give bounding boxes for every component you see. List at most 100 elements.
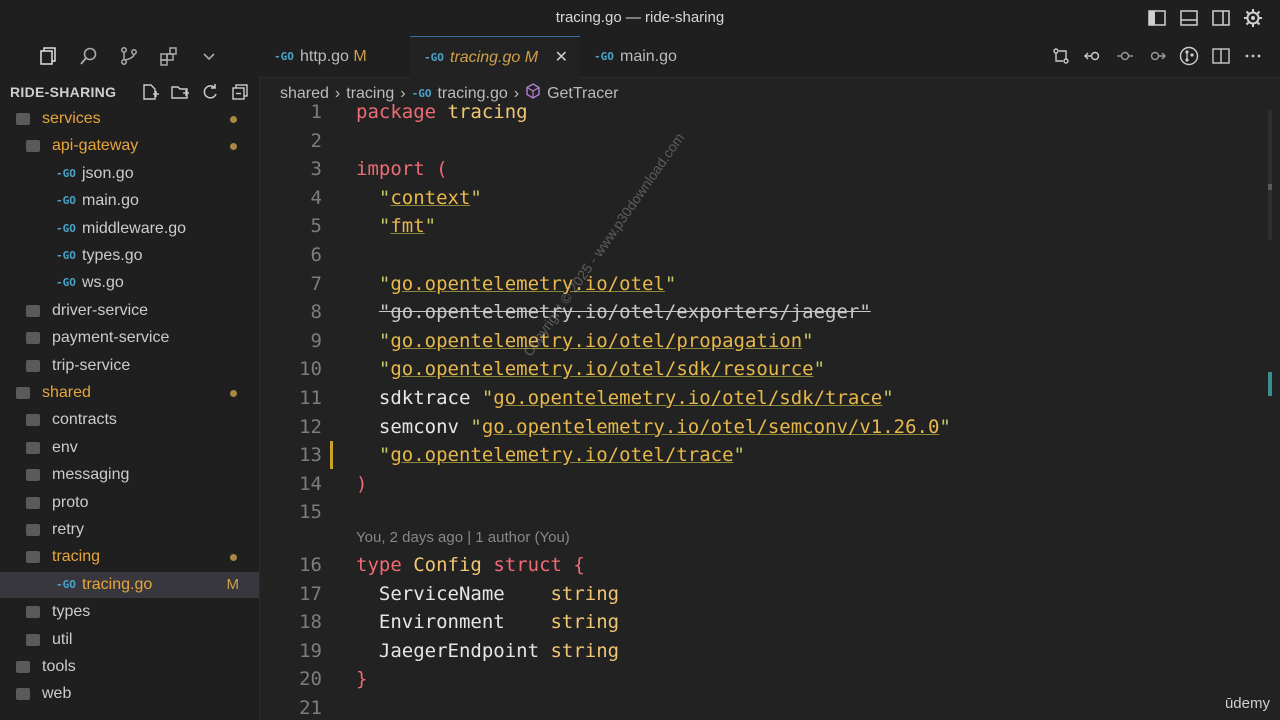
tree-item[interactable]: env: [0, 435, 259, 461]
tab-main-go[interactable]: -GO main.go: [580, 36, 710, 77]
next-change-icon[interactable]: [1146, 45, 1168, 67]
code-editor[interactable]: 1 package tracing 2 3 import (4 "context" 5 "…: [260, 100, 1280, 720]
tree-item[interactable]: proto: [0, 490, 259, 516]
tree-item-label: shared: [42, 384, 91, 401]
folder-icon: [16, 688, 30, 701]
settings-gear-icon[interactable]: [1242, 7, 1264, 29]
tree-item[interactable]: shared: [0, 380, 259, 406]
extensions-icon[interactable]: [158, 45, 180, 67]
code-text: "fmt": [356, 212, 436, 240]
tree-item[interactable]: retry: [0, 517, 259, 543]
toggle-panel-icon[interactable]: [1178, 7, 1200, 29]
code-line: 4 "context": [260, 184, 1260, 212]
chevron-down-icon[interactable]: [198, 45, 220, 67]
refresh-icon[interactable]: [199, 81, 221, 103]
tree-item[interactable]: -GO ws.go: [0, 270, 259, 296]
tree-item-label: driver-service: [52, 301, 149, 319]
line-number: 3: [310, 158, 322, 181]
go-file-icon: -GO: [56, 166, 76, 180]
tree-item[interactable]: -GO types.go: [0, 243, 259, 269]
search-icon[interactable]: [78, 45, 100, 67]
code-token: package: [356, 101, 437, 123]
tree-item[interactable]: services: [0, 106, 259, 132]
git-graph-icon[interactable]: [1178, 45, 1200, 67]
more-actions-icon[interactable]: [1242, 45, 1264, 67]
git-blame-codelens[interactable]: You, 2 days ago | 1 author (You): [356, 529, 570, 546]
line-number: 16: [299, 554, 322, 576]
previous-change-icon[interactable]: [1082, 45, 1104, 67]
tree-item[interactable]: -GO tracing.go M: [0, 571, 259, 598]
tab-http-go[interactable]: -GO http.go M: [260, 36, 410, 77]
code-text: }: [356, 665, 367, 693]
code-line: 6: [260, 241, 1260, 269]
line-number: 7: [310, 272, 322, 295]
code-token: go.opentelemetry.io/otel: [390, 272, 665, 295]
code-text: import (: [356, 155, 448, 183]
code-text: package tracing: [356, 100, 528, 126]
code-token: fmt: [390, 215, 425, 238]
code-token: ": [802, 329, 814, 352]
tree-item[interactable]: contracts: [0, 407, 259, 433]
new-folder-icon[interactable]: [169, 81, 191, 103]
code-line: 7 "go.opentelemetry.io/otel": [260, 270, 1260, 298]
code-token: ": [882, 387, 894, 409]
line-number: 20: [299, 668, 322, 691]
tree-item-label: tracing.go: [82, 575, 153, 593]
compare-changes-icon[interactable]: [1050, 45, 1072, 67]
tree-item-label: env: [52, 438, 78, 456]
code-token: ": [470, 186, 482, 209]
commit-icon[interactable]: [1114, 45, 1136, 67]
toggle-primary-sidebar-icon[interactable]: [1146, 7, 1168, 29]
split-editor-icon[interactable]: [1210, 45, 1232, 67]
new-file-icon[interactable]: [139, 81, 161, 103]
code-text: ): [356, 470, 367, 498]
code-token: JaegerEndpoint: [356, 639, 551, 662]
line-number: 4: [310, 186, 322, 209]
tree-item[interactable]: web: [0, 681, 259, 707]
tree-item[interactable]: api-gateway: [0, 133, 259, 159]
tree-item[interactable]: trip-service: [0, 353, 259, 379]
code-line: 3 import (: [260, 155, 1260, 183]
tree-item[interactable]: tracing: [0, 544, 259, 570]
toggle-secondary-sidebar-icon[interactable]: [1210, 7, 1232, 29]
tree-item[interactable]: util: [0, 627, 259, 653]
folder-icon: [16, 113, 30, 125]
tree-item[interactable]: types: [0, 599, 259, 625]
tree-item[interactable]: -GO json.go: [0, 161, 259, 187]
tree-item-label: util: [52, 630, 73, 648]
code-token: Config: [413, 554, 482, 576]
tree-item[interactable]: -GO main.go: [0, 188, 259, 214]
code-token: import: [356, 158, 425, 181]
code-text: "go.opentelemetry.io/otel/sdk/resource": [356, 355, 825, 383]
tree-item[interactable]: driver-service: [0, 298, 259, 324]
tree-item[interactable]: payment-service: [0, 325, 259, 351]
collapse-all-icon[interactable]: [229, 81, 251, 103]
scrollbar-thumb[interactable]: [1268, 110, 1272, 240]
code-token: string: [550, 611, 620, 634]
code-token: ": [378, 186, 391, 209]
code-text: sdktrace "go.opentelemetry.io/otel/sdk/t…: [356, 384, 894, 412]
explorer-sidebar: RIDE-SHARING services api-gateway -GO json.…: [0, 76, 260, 720]
tree-item-label: main.go: [82, 192, 139, 210]
tree-item[interactable]: messaging: [0, 462, 259, 488]
tree-item-label: trip-service: [52, 356, 131, 374]
code-token: ": [378, 358, 391, 381]
code-text: "go.opentelemetry.io/otel": [356, 270, 676, 298]
tab-tracing-go[interactable]: -GO tracing.go M ✕: [410, 36, 580, 78]
code-text: semconv "go.opentelemetry.io/otel/semcon…: [356, 413, 951, 441]
go-file-icon: -GO: [56, 577, 76, 591]
explorer-icon[interactable]: [38, 45, 60, 67]
modified-badge: M: [226, 575, 240, 593]
tree-item-label: contracts: [52, 411, 117, 429]
line-number: 2: [310, 129, 322, 152]
close-tab-icon[interactable]: ✕: [555, 37, 568, 78]
code-text: "go.opentelemetry.io/otel/exporters/jaeg…: [356, 298, 871, 326]
tree-item[interactable]: tools: [0, 654, 259, 680]
source-control-icon[interactable]: [118, 45, 140, 67]
code-token: go.opentelemetry.io/otel/propagation: [390, 329, 803, 352]
folder-icon: [26, 140, 40, 153]
tree-item[interactable]: -GO middleware.go: [0, 216, 259, 242]
line-number: 18: [299, 611, 322, 634]
